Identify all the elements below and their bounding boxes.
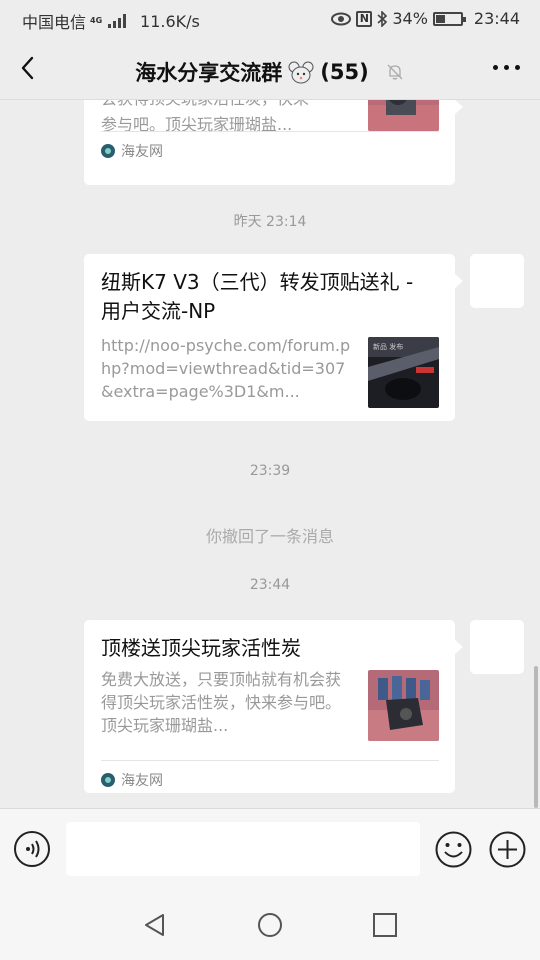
card-title: 纽斯K7 V3（三代）转发顶贴送礼 - 用户交流-NP <box>101 270 414 323</box>
status-bar: 中国电信 4G 11.6K/s N 34% 23:44 <box>0 0 540 38</box>
source-logo-icon <box>101 773 115 787</box>
nfc-icon: N <box>356 10 373 27</box>
avatar[interactable] <box>470 620 524 674</box>
recall-notice: 你撤回了一条消息 <box>205 527 334 546</box>
carrier-label: 中国电信 <box>22 13 87 32</box>
source-name: 海友网 <box>121 773 163 789</box>
source-logo-icon <box>101 144 115 158</box>
clock: 23:44 <box>473 9 520 28</box>
voice-icon[interactable] <box>14 831 50 867</box>
link-card-top[interactable]: 会获得顶尖玩家活性炭，快来 参与吧。顶尖玩家珊瑚盐... 海友网 <box>84 100 463 185</box>
card-thumbnail: 新品 发布 <box>368 337 439 408</box>
card-title: 顶楼送顶尖玩家活性炭 <box>101 636 301 660</box>
signal-icon <box>108 14 127 28</box>
nav-recents-icon[interactable] <box>370 910 400 940</box>
nav-home-icon[interactable] <box>255 910 285 940</box>
more-dots-icon[interactable] <box>493 65 520 70</box>
scrollbar[interactable] <box>534 666 538 808</box>
card-desc: 免费大放送，只要顶帖就有机会获得顶尖玩家活性炭，快来参与吧。顶尖玩家珊瑚盐... <box>101 670 342 735</box>
card-source: 海友网 <box>101 131 439 161</box>
message-list[interactable]: 会获得顶尖玩家活性炭，快来 参与吧。顶尖玩家珊瑚盐... 海友网 昨天 23:1… <box>0 100 540 808</box>
mouse-emoji-icon <box>288 61 314 84</box>
input-bar <box>0 808 540 890</box>
card-thumbnail <box>368 100 439 131</box>
timestamp: 昨天 23:14 <box>233 214 307 230</box>
net-speed: 11.6K/s <box>140 11 200 31</box>
nav-back-icon[interactable] <box>140 910 170 940</box>
plus-icon[interactable] <box>489 831 526 868</box>
chat-title: 海水分享交流群 (55) <box>0 57 540 87</box>
avatar[interactable] <box>470 254 524 308</box>
card-thumbnail <box>368 670 439 741</box>
member-count: (55) <box>320 60 369 84</box>
message-input[interactable] <box>66 822 420 876</box>
source-name: 海友网 <box>121 144 163 160</box>
bluetooth-icon <box>377 10 388 27</box>
card-desc: http://noo-psyche.com/forum.php?mod=view… <box>101 336 351 401</box>
svg-text:新品 发布: 新品 发布 <box>373 342 403 351</box>
link-card[interactable]: 纽斯K7 V3（三代）转发顶贴送礼 - 用户交流-NP http://noo-p… <box>84 254 463 421</box>
card-desc-line1: 会获得顶尖玩家活性炭，快来 <box>101 100 356 112</box>
card-source: 海友网 <box>101 760 439 790</box>
network-gen-label: 4G <box>90 16 103 25</box>
eye-icon <box>331 12 352 25</box>
timestamp: 23:39 <box>249 463 291 479</box>
link-card[interactable]: 顶楼送顶尖玩家活性炭 免费大放送，只要顶帖就有机会获得顶尖玩家活性炭，快来参与吧… <box>84 620 463 793</box>
timestamp: 23:44 <box>249 577 291 593</box>
emoji-icon[interactable] <box>435 831 472 868</box>
bell-off-icon <box>387 64 403 80</box>
chat-header: 海水分享交流群 (55) <box>0 38 540 100</box>
battery-percent: 34% <box>392 9 428 28</box>
battery-icon <box>432 11 466 26</box>
system-nav-bar <box>0 890 540 960</box>
group-name: 海水分享交流群 <box>135 61 283 85</box>
